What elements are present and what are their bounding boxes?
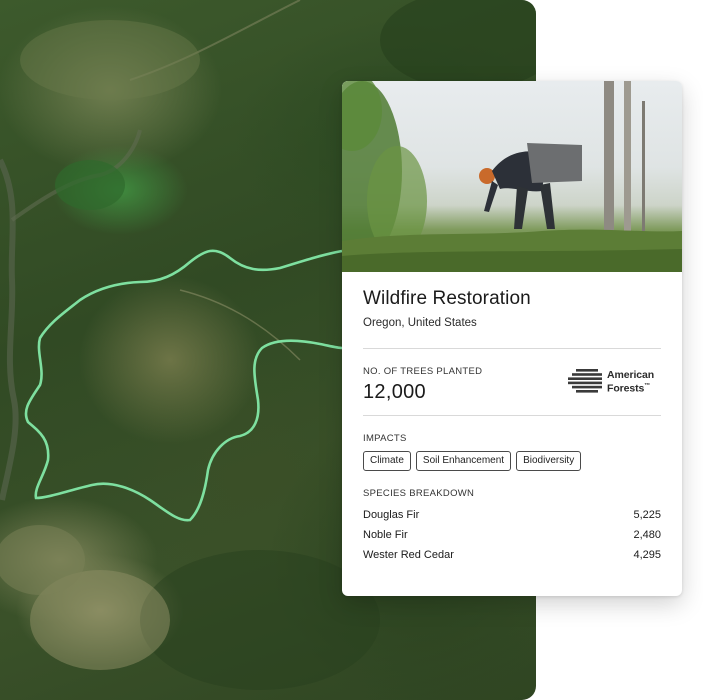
species-name: Douglas Fir (363, 509, 420, 521)
impacts-label: IMPACTS (363, 433, 407, 444)
american-forests-logo: American Forests™ (568, 367, 664, 395)
impact-tag-climate[interactable]: Climate (363, 451, 411, 471)
species-name: Noble Fir (363, 529, 408, 541)
trees-planted-label: NO. OF TREES PLANTED (363, 366, 483, 377)
species-count: 2,480 (633, 529, 661, 541)
species-count: 5,225 (633, 509, 661, 521)
divider (363, 415, 661, 416)
project-location: Oregon, United States (363, 317, 477, 329)
divider (363, 348, 661, 349)
logo-line-1: American (607, 369, 655, 381)
species-breakdown-label: SPECIES BREAKDOWN (363, 488, 475, 499)
impact-tags: Climate Soil Enhancement Biodiversity (363, 451, 582, 471)
impact-tag-biodiversity[interactable]: Biodiversity (516, 451, 582, 471)
impact-tag-soil-enhancement[interactable]: Soil Enhancement (415, 451, 512, 471)
species-name: Wester Red Cedar (363, 549, 454, 561)
project-card[interactable]: Wildfire Restoration Oregon, United Stat… (342, 81, 682, 596)
list-item: Noble Fir 2,480 (363, 527, 661, 547)
project-photo (342, 81, 682, 272)
trees-planted-value: 12,000 (363, 381, 426, 403)
species-count: 4,295 (633, 549, 661, 561)
logo-trademark: ™ (644, 383, 651, 389)
species-list: Douglas Fir 5,225 Noble Fir 2,480 Wester… (363, 507, 661, 567)
list-item: Wester Red Cedar 4,295 (363, 547, 661, 567)
stacked-stripes-logo-icon (568, 369, 602, 393)
project-title: Wildfire Restoration (363, 288, 531, 309)
list-item: Douglas Fir 5,225 (363, 507, 661, 527)
logo-line-2: Forests (607, 382, 645, 395)
